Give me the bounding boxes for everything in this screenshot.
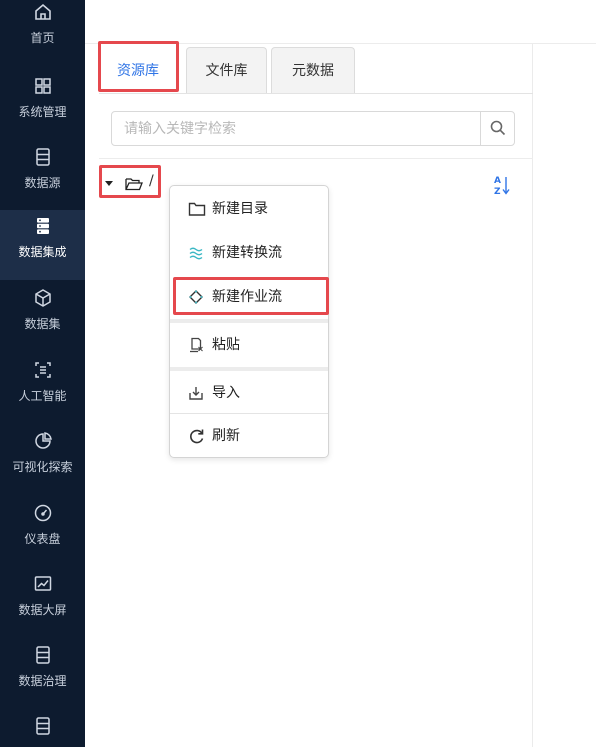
svg-text:Z: Z (494, 187, 501, 196)
tab-file-library[interactable]: 文件库 (186, 47, 267, 93)
sidebar-item-label: 数据集 (24, 317, 61, 331)
divider (99, 158, 533, 159)
expand-caret-icon[interactable] (105, 181, 113, 186)
cube-icon (34, 289, 51, 307)
sidebar-item-datasource[interactable]: 数据源 (0, 141, 85, 211)
sidebar: 首页 系统管理 数据源 数据集成 数据集 人工智能 可视化探索 仪表盘 数据大屏… (0, 0, 85, 747)
menu-item-label: 粘贴 (212, 337, 240, 353)
sidebar-item-dashboard[interactable]: 仪表盘 (0, 497, 85, 567)
menu-item-label: 导入 (212, 385, 240, 401)
sidebar-item-label: 数据源 (24, 176, 61, 190)
menu-item-label: 新建转换流 (212, 245, 282, 261)
sidebar-item-label: 人工智能 (18, 389, 67, 403)
ai-scan-icon (34, 362, 51, 378)
sidebar-item-label: 可视化探索 (12, 460, 73, 474)
sidebar-item-label: 数据治理 (18, 674, 67, 688)
menu-item-new-transform-flow[interactable]: 新建转换流 (170, 231, 328, 275)
tree-root-node[interactable]: / (99, 168, 161, 198)
top-bar (85, 0, 596, 44)
menu-item-paste[interactable]: 粘贴 (170, 323, 328, 367)
menu-item-label: 刷新 (212, 428, 240, 444)
sidebar-item-label: 首页 (30, 31, 55, 45)
tab-divider (99, 93, 533, 94)
menu-item-new-job-flow[interactable]: 新建作业流 (170, 275, 328, 319)
tab-metadata[interactable]: 元数据 (271, 47, 355, 93)
sidebar-item-label: 数据大屏 (18, 603, 67, 617)
server-stack-icon (36, 218, 49, 234)
sidebar-item-more[interactable] (0, 710, 85, 747)
grid-icon (34, 78, 51, 94)
pie-chart-icon (34, 432, 52, 449)
menu-item-label: 新建目录 (212, 201, 268, 217)
resource-panel: 资源库 文件库 元数据 / A Z 新 (85, 41, 533, 747)
menu-item-new-directory[interactable]: 新建目录 (170, 187, 328, 231)
sidebar-item-label: 数据集成 (18, 245, 67, 259)
sidebar-item-data-integration[interactable]: 数据集成 (0, 210, 85, 280)
sidebar-item-label: 仪表盘 (24, 532, 61, 546)
sidebar-item-big-screen[interactable]: 数据大屏 (0, 568, 85, 638)
search-input[interactable] (112, 112, 480, 145)
sidebar-item-label: 系统管理 (18, 105, 67, 119)
gauge-icon (34, 504, 51, 522)
menu-item-import[interactable]: 导入 (170, 371, 328, 415)
search-icon (490, 120, 506, 136)
sidebar-item-visual-explore[interactable]: 可视化探索 (0, 425, 85, 495)
search-box (111, 111, 515, 146)
folder-open-icon (125, 178, 143, 191)
search-button[interactable] (480, 112, 514, 145)
sidebar-item-home[interactable]: 首页 (0, 0, 85, 66)
sidebar-item-dataset[interactable]: 数据集 (0, 282, 85, 352)
home-icon (34, 3, 51, 20)
import-icon (189, 387, 203, 400)
main-area: 资源库 文件库 元数据 / A Z 新 (85, 0, 596, 747)
database-icon (35, 646, 50, 664)
database-icon (35, 148, 50, 166)
folder-icon (188, 202, 206, 216)
paste-icon (190, 337, 203, 353)
svg-text:A: A (494, 176, 501, 186)
database-icon (35, 717, 50, 735)
sidebar-item-system-management[interactable]: 系统管理 (0, 70, 85, 140)
menu-item-refresh[interactable]: 刷新 (170, 414, 328, 458)
tab-resource-library[interactable]: 资源库 (99, 47, 177, 93)
sidebar-item-data-governance[interactable]: 数据治理 (0, 639, 85, 709)
sidebar-item-ai[interactable]: 人工智能 (0, 354, 85, 424)
menu-item-label: 新建作业流 (212, 289, 282, 305)
sort-az-icon[interactable]: A Z (493, 174, 513, 196)
diamond-icon (189, 290, 203, 304)
line-chart-icon (34, 576, 51, 591)
waves-icon (189, 247, 203, 260)
tree-root-label: / (149, 173, 154, 189)
refresh-icon (190, 429, 204, 444)
context-menu: 新建目录 新建转换流 新建作业流 粘贴 导入 刷新 (169, 185, 329, 458)
